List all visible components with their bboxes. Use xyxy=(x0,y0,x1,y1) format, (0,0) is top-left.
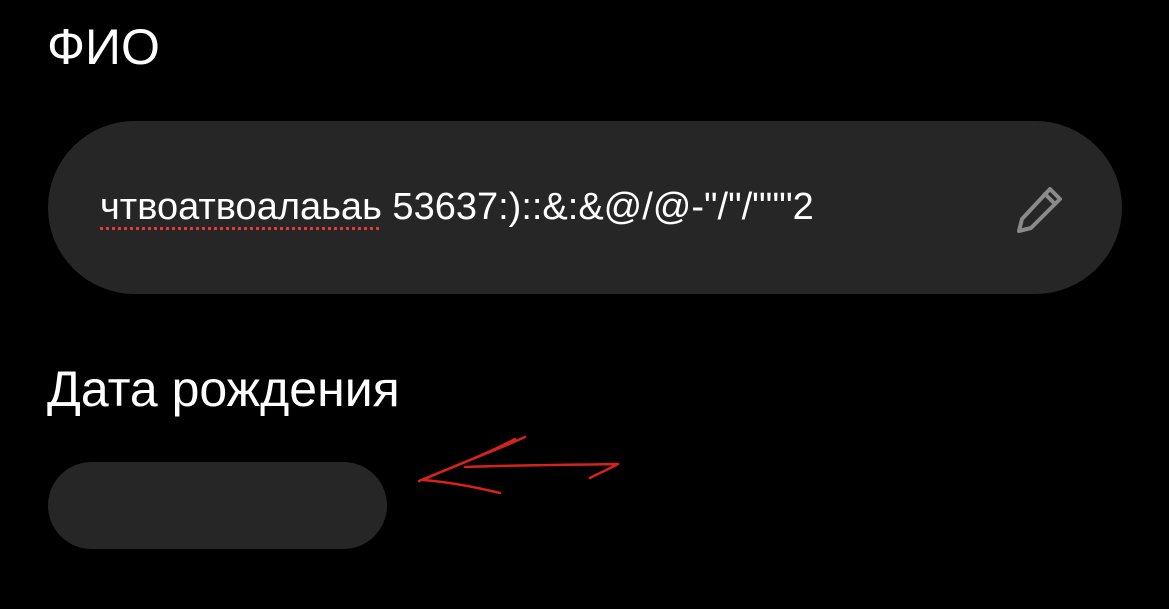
birth-date-field[interactable] xyxy=(48,462,387,549)
full-name-value-rest: 53637:)::&:&@/@-"/"/"""2 xyxy=(381,186,814,228)
full-name-value[interactable]: чтвоатвоалаьаь 53637:)::&:&@/@-"/"/"""2 xyxy=(100,184,814,230)
misspelled-word: чтвоатвоалаьаь xyxy=(100,186,382,228)
full-name-label: ФИО xyxy=(47,19,160,75)
full-name-field[interactable]: чтвоатвоалаьаь 53637:)::&:&@/@-"/"/"""2 xyxy=(48,121,1122,294)
annotation-arrow-icon xyxy=(417,435,620,495)
pencil-icon[interactable] xyxy=(1012,181,1068,237)
birth-date-label: Дата рождения xyxy=(47,361,400,417)
